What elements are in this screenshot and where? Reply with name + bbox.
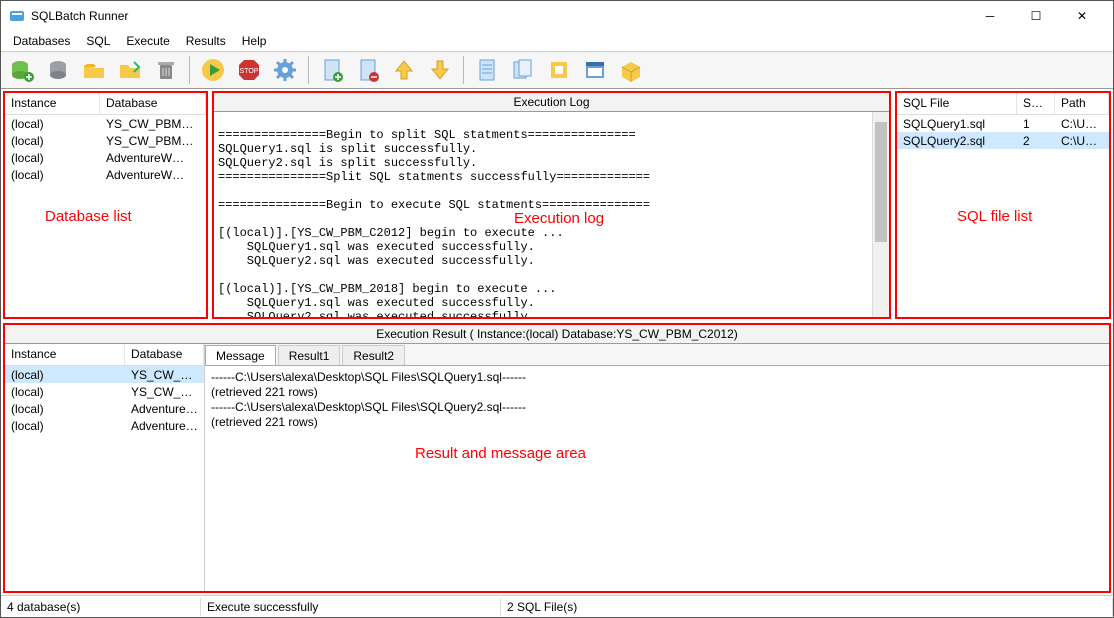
minimize-button[interactable]: ─ bbox=[967, 1, 1013, 31]
window-title: SQLBatch Runner bbox=[31, 9, 967, 23]
annotation-result-area: Result and message area bbox=[415, 446, 586, 461]
maximize-button[interactable]: ☐ bbox=[1013, 1, 1059, 31]
arrow-down-button[interactable] bbox=[423, 53, 457, 87]
file-rows: SQLQuery1.sql1C:\U… SQLQuery2.sql2C:\U… bbox=[897, 115, 1109, 317]
message-line: ------C:\Users\alexa\Desktop\SQL Files\S… bbox=[211, 370, 1103, 385]
message-line: (retrieved 221 rows) bbox=[211, 415, 1103, 430]
result-col-instance[interactable]: Instance bbox=[5, 344, 125, 365]
menu-execute[interactable]: Execute bbox=[118, 32, 177, 50]
gear-button[interactable] bbox=[268, 53, 302, 87]
result-title: Execution Result ( Instance:(local) Data… bbox=[5, 325, 1109, 344]
pages-button[interactable] bbox=[506, 53, 540, 87]
window-button[interactable] bbox=[578, 53, 612, 87]
result-db-row[interactable]: (local)YS_CW_PBM… bbox=[5, 366, 204, 383]
db-rows: (local)YS_CW_PBM… (local)YS_CW_PBM… (loc… bbox=[5, 115, 206, 317]
tab-message[interactable]: Message bbox=[205, 345, 276, 365]
tab-result2[interactable]: Result2 bbox=[342, 345, 405, 365]
tab-result1[interactable]: Result1 bbox=[278, 345, 341, 365]
stop-button[interactable]: STOP bbox=[232, 53, 266, 87]
status-file-count: 2 SQL File(s) bbox=[501, 598, 1113, 616]
toolbar-separator bbox=[189, 56, 190, 84]
menu-bar: Databases SQL Execute Results Help bbox=[1, 31, 1113, 51]
result-body: Instance Database (local)YS_CW_PBM… (loc… bbox=[5, 344, 1109, 591]
db-row[interactable]: (local)AdventureW… bbox=[5, 149, 206, 166]
message-body[interactable]: ------C:\Users\alexa\Desktop\SQL Files\S… bbox=[205, 366, 1109, 591]
db-col-instance[interactable]: Instance bbox=[5, 93, 100, 114]
database-list-panel: Instance Database (local)YS_CW_PBM… (loc… bbox=[3, 91, 208, 319]
toolbar-separator bbox=[308, 56, 309, 84]
window-controls: ─ ☐ ✕ bbox=[967, 1, 1105, 31]
file-row[interactable]: SQLQuery1.sql1C:\U… bbox=[897, 115, 1109, 132]
toolbar-separator bbox=[463, 56, 464, 84]
db-button[interactable] bbox=[41, 53, 75, 87]
menu-help[interactable]: Help bbox=[234, 32, 275, 50]
result-tabs: Message Result1 Result2 bbox=[205, 344, 1109, 366]
result-db-header: Instance Database bbox=[5, 344, 204, 366]
status-bar: 4 database(s) Execute successfully 2 SQL… bbox=[1, 595, 1113, 617]
trash-button[interactable] bbox=[149, 53, 183, 87]
result-main: Message Result1 Result2 ------C:\Users\a… bbox=[205, 344, 1109, 591]
db-row[interactable]: (local)YS_CW_PBM… bbox=[5, 132, 206, 149]
result-db-row[interactable]: (local)AdventureW… bbox=[5, 417, 204, 434]
message-line: ------C:\Users\alexa\Desktop\SQL Files\S… bbox=[211, 400, 1103, 415]
file-col-file[interactable]: SQL File bbox=[897, 93, 1017, 114]
result-db-list: Instance Database (local)YS_CW_PBM… (loc… bbox=[5, 344, 205, 591]
db-col-database[interactable]: Database bbox=[100, 93, 206, 114]
page-button[interactable] bbox=[470, 53, 504, 87]
execution-log-panel: Execution Log ===============Begin to sp… bbox=[212, 91, 891, 319]
file-col-seq[interactable]: Se… bbox=[1017, 93, 1055, 114]
menu-results[interactable]: Results bbox=[178, 32, 234, 50]
db-row[interactable]: (local)AdventureW… bbox=[5, 166, 206, 183]
db-add-button[interactable] bbox=[5, 53, 39, 87]
sql-file-list-panel: SQL File Se… Path SQLQuery1.sql1C:\U… SQ… bbox=[895, 91, 1111, 319]
file-header: SQL File Se… Path bbox=[897, 93, 1109, 115]
play-button[interactable] bbox=[196, 53, 230, 87]
message-line: (retrieved 221 rows) bbox=[211, 385, 1103, 400]
title-bar: SQLBatch Runner ─ ☐ ✕ bbox=[1, 1, 1113, 31]
status-db-count: 4 database(s) bbox=[1, 598, 201, 616]
status-exec: Execute successfully bbox=[201, 598, 501, 616]
arrow-up-button[interactable] bbox=[387, 53, 421, 87]
doc-add-button[interactable] bbox=[315, 53, 349, 87]
log-scrollbar[interactable] bbox=[872, 112, 889, 317]
result-col-database[interactable]: Database bbox=[125, 344, 204, 365]
svg-text:STOP: STOP bbox=[240, 68, 259, 75]
log-body[interactable]: ===============Begin to split SQL statme… bbox=[214, 112, 889, 317]
file-row[interactable]: SQLQuery2.sql2C:\U… bbox=[897, 132, 1109, 149]
result-db-rows: (local)YS_CW_PBM… (local)YS_CW_PBM… (loc… bbox=[5, 366, 204, 591]
result-db-row[interactable]: (local)AdventureW… bbox=[5, 400, 204, 417]
log-title: Execution Log bbox=[214, 93, 889, 112]
folder-open-button[interactable] bbox=[77, 53, 111, 87]
menu-databases[interactable]: Databases bbox=[5, 32, 78, 50]
box-button[interactable] bbox=[614, 53, 648, 87]
scrollbar-thumb[interactable] bbox=[875, 122, 887, 242]
export-button[interactable] bbox=[542, 53, 576, 87]
doc-remove-button[interactable] bbox=[351, 53, 385, 87]
result-db-row[interactable]: (local)YS_CW_PBM… bbox=[5, 383, 204, 400]
app-icon bbox=[9, 8, 25, 24]
menu-sql[interactable]: SQL bbox=[78, 32, 118, 50]
close-button[interactable]: ✕ bbox=[1059, 1, 1105, 31]
db-header: Instance Database bbox=[5, 93, 206, 115]
folder-export-button[interactable] bbox=[113, 53, 147, 87]
toolbar: STOP bbox=[1, 51, 1113, 89]
result-panel: Execution Result ( Instance:(local) Data… bbox=[3, 323, 1111, 593]
file-col-path[interactable]: Path bbox=[1055, 93, 1109, 114]
db-row[interactable]: (local)YS_CW_PBM… bbox=[5, 115, 206, 132]
middle-area: Instance Database (local)YS_CW_PBM… (loc… bbox=[1, 89, 1113, 321]
